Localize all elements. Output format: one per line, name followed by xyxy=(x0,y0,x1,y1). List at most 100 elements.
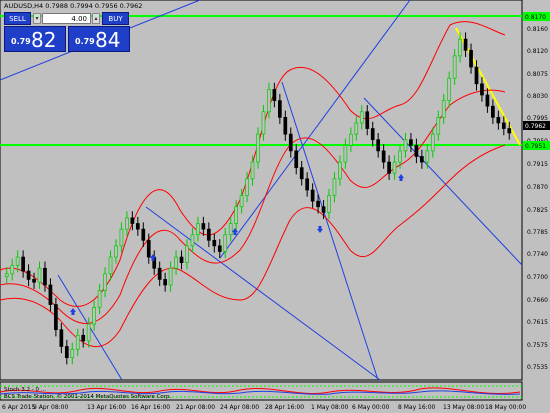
candle-body xyxy=(398,150,402,163)
candle-body xyxy=(485,94,490,107)
price-chart[interactable]: 0.8160 0.8120 0.8075 0.8030 0.7995 0.795… xyxy=(0,0,550,413)
candle-body xyxy=(409,139,413,146)
time-tick: 18 May 00:00 xyxy=(485,404,526,411)
lot-decrease-button[interactable]: ▾ xyxy=(33,13,41,24)
candle-body xyxy=(447,77,452,101)
candle-body xyxy=(239,195,244,208)
candle-body xyxy=(59,329,64,347)
candle-body xyxy=(223,234,228,252)
candle-body xyxy=(310,189,315,202)
sell-price-prefix: 0.79 xyxy=(11,37,31,46)
candle-body xyxy=(4,273,9,277)
time-tick: 24 Apr 08:00 xyxy=(220,404,259,411)
candle-body xyxy=(480,83,484,96)
candle-body xyxy=(228,223,233,236)
candle-body xyxy=(108,256,113,275)
candle-body xyxy=(425,150,430,163)
candle-body xyxy=(196,223,200,236)
candle-body xyxy=(430,133,435,152)
candle-body xyxy=(288,133,293,152)
price-tick: 0.8120 xyxy=(527,48,548,55)
candle-body xyxy=(294,150,299,168)
buy-price-prefix: 0.79 xyxy=(75,37,95,46)
candle-body xyxy=(201,223,206,230)
time-tick: 28 Apr 16:00 xyxy=(265,404,304,411)
price-tick: 0.7660 xyxy=(527,297,548,304)
candle-body xyxy=(125,217,129,230)
candle-body xyxy=(43,267,47,286)
top-level-price: 0.8170 xyxy=(525,14,546,21)
price-tick: 0.7825 xyxy=(527,207,548,214)
candle-body xyxy=(114,245,118,258)
one-click-trading-panel: SELL ▾ 4.00 ▴ BUY 0.79 82 0.79 84 xyxy=(4,12,132,52)
indicator-label: Stoch 3.2 - 0 ... xyxy=(4,387,46,393)
price-tick: 0.7615 xyxy=(527,319,548,326)
time-tick: 13 May 08:00 xyxy=(443,404,484,411)
symbol-info: AUDUSD,H4 0.7988 0.7994 0.7956 0.7962 xyxy=(4,2,142,10)
candle-body xyxy=(261,111,266,135)
candle-body xyxy=(359,111,364,124)
candle-body xyxy=(217,245,222,252)
candle-body xyxy=(54,304,58,331)
candle-body xyxy=(163,279,167,286)
price-tick: 0.7700 xyxy=(527,274,548,281)
buy-price-pips: 84 xyxy=(95,28,121,52)
candle-body xyxy=(250,161,255,180)
candle-body xyxy=(507,128,512,134)
candle-body xyxy=(370,128,375,141)
candle-body xyxy=(272,89,277,101)
candle-body xyxy=(343,144,348,163)
candle-body xyxy=(277,100,282,118)
price-tick: 0.8160 xyxy=(527,26,548,33)
candle-body xyxy=(97,290,102,308)
time-tick: 21 Apr 08:00 xyxy=(176,404,215,411)
candle-body xyxy=(26,270,31,280)
sell-button[interactable]: SELL xyxy=(4,12,31,25)
price-tick: 0.7740 xyxy=(527,251,548,258)
candle-body xyxy=(387,161,391,174)
price-tick: 0.8075 xyxy=(527,71,548,78)
candle-body xyxy=(103,273,107,291)
candle-body xyxy=(403,139,408,152)
buy-button[interactable]: BUY xyxy=(102,12,129,25)
candle-body xyxy=(48,284,53,305)
time-tick: 13 Apr 16:00 xyxy=(87,404,126,411)
price-tick: 0.7870 xyxy=(527,184,548,191)
candle-body xyxy=(256,133,260,163)
candle-body xyxy=(234,206,239,224)
candle-body xyxy=(474,66,479,85)
candle-body xyxy=(135,223,140,230)
candle-body xyxy=(381,150,386,163)
lot-increase-button[interactable]: ▴ xyxy=(92,13,100,24)
time-tick: 8 May 16:00 xyxy=(398,404,436,411)
lot-size-input[interactable]: 4.00 xyxy=(42,13,91,24)
price-tick: 0.7915 xyxy=(527,161,548,168)
candle-body xyxy=(420,156,424,163)
price-tick: 0.7535 xyxy=(527,364,548,371)
mid-level-price: 0.7951 xyxy=(525,143,546,150)
candle-body xyxy=(283,117,288,135)
candle-body xyxy=(469,49,473,68)
candle-body xyxy=(452,55,457,79)
candle-body xyxy=(190,234,195,247)
time-tick: 6 Apr 2015 xyxy=(2,404,35,411)
candle-body xyxy=(130,217,135,224)
candle-body xyxy=(15,256,20,266)
buy-price-box[interactable]: 0.79 84 xyxy=(68,26,130,52)
candle-body xyxy=(70,348,75,358)
sell-price-pips: 82 xyxy=(31,28,57,52)
candle-body xyxy=(299,167,304,180)
candle-body xyxy=(458,38,462,57)
price-tick: 0.7995 xyxy=(527,115,548,122)
candle-body xyxy=(376,139,381,152)
sell-price-box[interactable]: 0.79 82 xyxy=(4,26,66,52)
candle-body xyxy=(81,334,86,342)
candle-body xyxy=(436,117,441,135)
candle-body xyxy=(141,228,146,241)
candle-body xyxy=(185,245,189,263)
candle-body xyxy=(463,38,468,51)
candle-body xyxy=(496,117,501,124)
candle-body xyxy=(501,122,506,129)
candle-body xyxy=(267,89,271,113)
candle-body xyxy=(316,200,320,208)
